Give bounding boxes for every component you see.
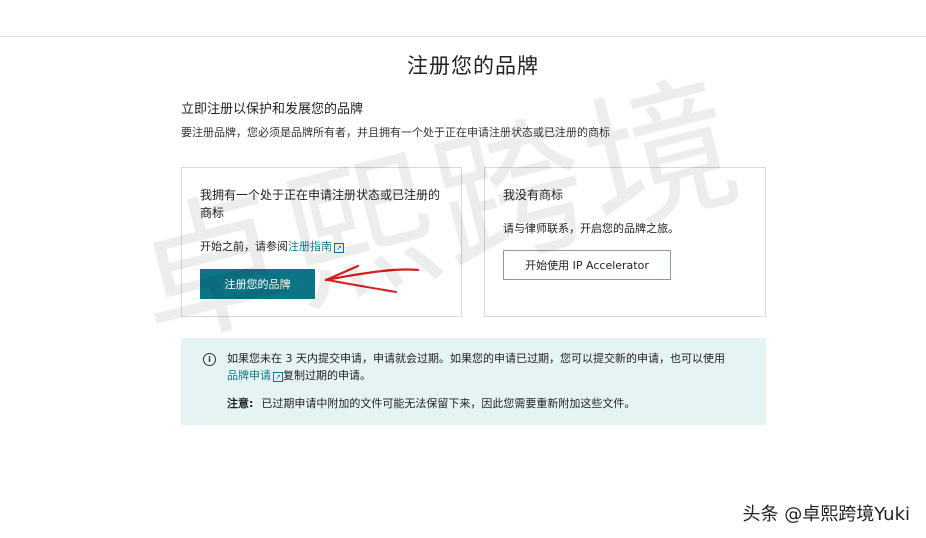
info-icon: i [203, 353, 216, 366]
external-link-icon: ↗ [273, 372, 283, 382]
expiry-notice: i 如果您未在 3 天内提交申请，申请就会过期。如果您的申请已过期，您可以提交新… [181, 338, 766, 425]
notice-line2: 复制过期的申请。 [283, 369, 371, 382]
trademark-card-title: 我拥有一个处于正在申请注册状态或已注册的商标 [200, 188, 441, 220]
external-link-icon: ↗ [334, 243, 344, 253]
notice-line1: 如果您未在 3 天内提交申请，申请就会过期。如果您的申请已过期，您可以提交新的申… [227, 352, 725, 365]
red-arrow-annotation [324, 264, 420, 293]
footer-credit: 头条 @卓熙跨境Yuki [742, 504, 910, 525]
registration-guide-link[interactable]: 注册指南 [288, 240, 332, 253]
note-text: 已过期申请中附加的文件可能无法保留下来，因此您需要重新附加这些文件。 [261, 397, 636, 410]
page-title: 注册您的品牌 [407, 54, 539, 78]
no-trademark-card-title: 我没有商标 [503, 188, 564, 202]
ip-accelerator-button[interactable]: 开始使用 IP Accelerator [503, 250, 671, 280]
notice-text: 如果您未在 3 天内提交申请，申请就会过期。如果您的申请已过期，您可以提交新的申… [227, 350, 762, 384]
note-label: 注意: [227, 397, 254, 410]
intro-heading: 立即注册以保护和发展您的品牌 [181, 102, 364, 117]
brand-application-link[interactable]: 品牌申请 [227, 369, 271, 382]
notice-note: 注意: 已过期申请中附加的文件可能无法保留下来，因此您需要重新附加这些文件。 [227, 395, 635, 411]
intro-description: 要注册品牌，您必须是品牌所有者，并且拥有一个处于正在申请注册状态或已注册的商标 [181, 126, 610, 139]
trademark-card-subtext: 开始之前，请参阅注册指南 ↗ [200, 238, 344, 254]
no-trademark-card-subtext: 请与律师联系，开启您的品牌之旅。 [503, 222, 679, 235]
no-trademark-card: 我没有商标 请与律师联系，开启您的品牌之旅。 开始使用 IP Accelerat… [484, 167, 766, 317]
register-brand-button[interactable]: 注册您的品牌 [200, 269, 315, 299]
top-divider [0, 36, 926, 37]
guide-prefix-text: 开始之前，请参阅 [200, 240, 288, 253]
